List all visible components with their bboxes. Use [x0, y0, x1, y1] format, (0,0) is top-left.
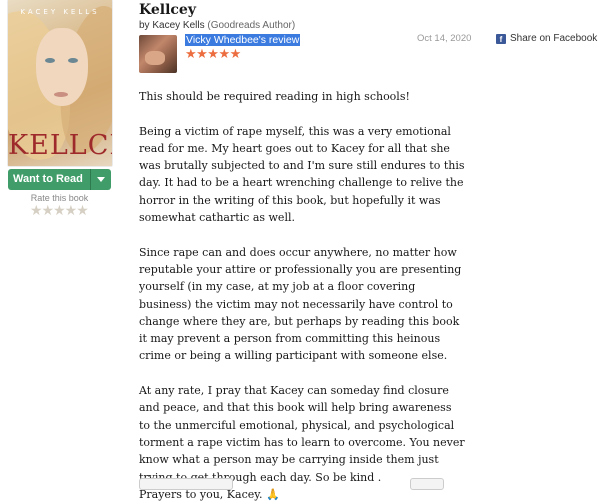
byline-by: by [139, 20, 150, 31]
comment-button[interactable] [410, 478, 444, 490]
cover-art-eye-right [68, 58, 78, 63]
author-badge: (Goodreads Author) [207, 20, 296, 31]
rate-stars-input[interactable]: ★★★★★ [30, 202, 89, 219]
reviewer-avatar[interactable] [139, 35, 177, 73]
review-paragraph: At any rate, I pray that Kacey can somed… [139, 384, 465, 484]
review-paragraph: This should be required reading in high … [139, 90, 410, 103]
share-on-facebook-link[interactable]: f Share on Facebook [496, 33, 597, 44]
like-button[interactable] [139, 478, 233, 490]
review-date-link[interactable]: Oct 14, 2020 [417, 33, 471, 44]
share-label: Share on Facebook [510, 33, 598, 44]
cover-art-lips [54, 92, 68, 97]
book-cover[interactable]: KACEY KELLS KELLCEY [8, 0, 112, 166]
reviewer-name-link[interactable]: Vicky Whedbee's review [185, 34, 301, 46]
review-rating-stars: ★★★★★ [185, 46, 241, 61]
byline: by Kacey Kells (Goodreads Author) [139, 20, 295, 31]
chevron-down-icon [97, 177, 105, 182]
review-text: This should be required reading in high … [139, 88, 465, 503]
avatar-photo-detail [145, 51, 165, 65]
cover-art-eye-left [45, 58, 55, 63]
cover-author-text: KACEY KELLS [20, 8, 100, 16]
praying-hands-icon: 🙏 [266, 487, 280, 501]
review-paragraph: Being a victim of rape myself, this was … [139, 124, 465, 225]
author-link[interactable]: Kacey Kells [152, 20, 204, 31]
want-to-read-button[interactable]: Want to Read [8, 169, 90, 190]
shelf-dropdown-button[interactable] [90, 169, 111, 190]
book-title-link[interactable]: Kellcey [139, 2, 196, 18]
cover-title-text: KELLCEY [8, 130, 112, 161]
review-paragraph: Since rape can and does occur anywhere, … [139, 245, 462, 363]
facebook-icon: f [496, 33, 506, 44]
want-to-read-control: Want to Read [8, 169, 111, 190]
